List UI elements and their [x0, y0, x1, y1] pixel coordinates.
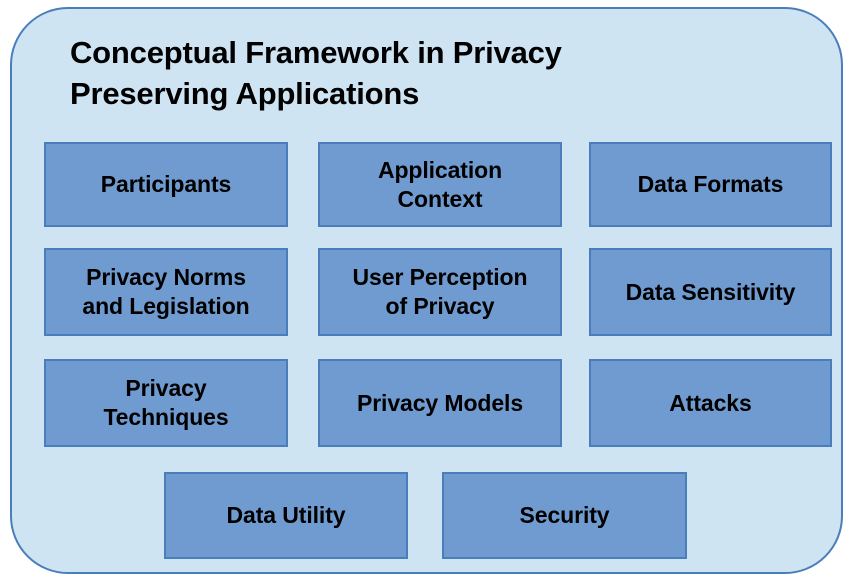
framework-box-label: Data Utility: [226, 502, 346, 529]
framework-box-label: User Perception of Privacy: [352, 264, 528, 319]
diagram-canvas: Conceptual Framework in Privacy Preservi…: [0, 0, 854, 582]
framework-box: Security: [442, 472, 687, 559]
framework-box: Data Sensitivity: [589, 248, 832, 336]
framework-box: Data Utility: [164, 472, 408, 559]
framework-box: Participants: [44, 142, 288, 227]
framework-box: Attacks: [589, 359, 832, 447]
framework-box: Data Formats: [589, 142, 832, 227]
framework-box-label: Privacy Techniques: [103, 375, 229, 430]
framework-box-label: Participants: [100, 171, 232, 198]
framework-box-label: Privacy Norms and Legislation: [82, 264, 250, 319]
framework-box-label: Attacks: [669, 389, 752, 416]
framework-box: Privacy Techniques: [44, 359, 288, 447]
framework-box-label: Data Formats: [637, 171, 784, 198]
framework-box-label: Security: [519, 502, 610, 529]
framework-box: Application Context: [318, 142, 562, 227]
page-title: Conceptual Framework in Privacy Preservi…: [70, 35, 562, 111]
framework-panel: Conceptual Framework in Privacy Preservi…: [10, 7, 843, 574]
framework-box: Privacy Models: [318, 359, 562, 447]
framework-box-label: Privacy Models: [356, 389, 524, 416]
framework-box-label: Data Sensitivity: [625, 278, 796, 305]
framework-box-label: Application Context: [377, 156, 503, 212]
framework-box: Privacy Norms and Legislation: [44, 248, 288, 336]
framework-box: User Perception of Privacy: [318, 248, 562, 336]
